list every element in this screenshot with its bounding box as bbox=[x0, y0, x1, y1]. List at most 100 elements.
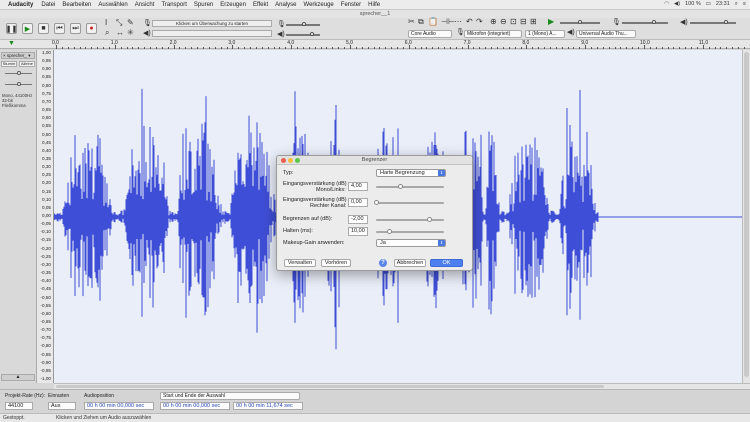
menu-select[interactable]: Auswählen bbox=[98, 2, 127, 8]
mixer-record-slider[interactable] bbox=[622, 22, 668, 24]
volume-icon[interactable]: ◀) bbox=[674, 1, 680, 8]
zoom-window-icon[interactable] bbox=[295, 158, 300, 163]
preview-button[interactable]: Vorhören bbox=[321, 259, 351, 267]
silence-icon[interactable]: ⋯ bbox=[454, 17, 462, 26]
gain-right-slider[interactable] bbox=[376, 202, 444, 204]
selection-tool-icon[interactable]: I bbox=[105, 18, 107, 27]
output-device-select[interactable]: Universal Audio Thu... bbox=[576, 30, 636, 38]
wifi-icon[interactable]: ◠ bbox=[664, 1, 669, 8]
track-menu-icon[interactable]: ▾ bbox=[28, 53, 30, 58]
menu-tools[interactable]: Werkzeuge bbox=[304, 2, 334, 8]
envelope-tool-icon[interactable]: ⤡ bbox=[116, 18, 122, 28]
limit-slider[interactable] bbox=[376, 219, 444, 221]
timeshift-tool-icon[interactable]: ↔ bbox=[116, 28, 124, 37]
zoom-out-icon[interactable]: ⊖ bbox=[500, 17, 507, 26]
play-at-speed-icon[interactable]: ▶ bbox=[548, 17, 554, 26]
copy-icon[interactable]: ⧉ bbox=[418, 17, 424, 27]
stop-button[interactable]: ■ bbox=[38, 23, 49, 34]
ruler-minor-tick bbox=[596, 47, 598, 49]
skip-end-button[interactable]: ⏭ bbox=[70, 23, 81, 34]
project-rate-select[interactable]: 44100 bbox=[5, 402, 33, 410]
play-button[interactable]: ▶ bbox=[22, 23, 33, 34]
gain-right-input[interactable]: 0,00 bbox=[348, 198, 368, 207]
track-gain-knob[interactable] bbox=[17, 71, 21, 75]
hold-input[interactable]: 10,00 bbox=[348, 227, 368, 236]
selection-mode-select[interactable]: Start und Ende der Auswahl bbox=[160, 392, 300, 400]
audio-host-select[interactable]: Core Audio bbox=[408, 30, 452, 38]
undo-icon[interactable]: ↶ bbox=[466, 17, 473, 26]
menu-edit[interactable]: Bearbeiten bbox=[62, 2, 91, 8]
menu-tracks[interactable]: Spuren bbox=[194, 2, 213, 8]
menu-view[interactable]: Ansicht bbox=[135, 2, 155, 8]
menu-transport[interactable]: Transport bbox=[161, 2, 186, 8]
record-meter[interactable]: Klicken um Überwachung zu starten bbox=[152, 20, 272, 27]
vertical-scrollbar[interactable] bbox=[742, 50, 750, 383]
multi-tool-icon[interactable]: ✳ bbox=[127, 28, 134, 37]
track-collapse-button[interactable]: ▲ bbox=[1, 374, 35, 381]
record-volume-knob[interactable] bbox=[302, 22, 306, 26]
cut-icon[interactable]: ✂ bbox=[408, 17, 415, 26]
menu-window[interactable]: Fenster bbox=[341, 2, 361, 8]
selection-start-field[interactable]: 00 h 00 min 00,000 sec bbox=[160, 402, 230, 410]
zoom-in-icon[interactable]: ⊕ bbox=[490, 17, 497, 26]
makeup-select[interactable]: Ja ⇕ bbox=[376, 239, 446, 247]
menubar-clock[interactable]: 23:31 bbox=[716, 1, 730, 8]
audio-position-field[interactable]: 00 h 00 min 00,000 sec bbox=[84, 402, 154, 410]
app-menu[interactable]: Audacity bbox=[8, 2, 33, 8]
timeline-ruler[interactable]: ▼ 0,0 1,0 2,0 3,0 4,0 5,0 6,0 7,0 8,0 9,0 10,0 11,0 bbox=[0, 40, 750, 49]
close-window-icon[interactable] bbox=[281, 158, 286, 163]
playback-meter[interactable] bbox=[152, 30, 272, 37]
play-speed-knob[interactable] bbox=[578, 20, 582, 24]
skip-start-button[interactable]: ⏮ bbox=[54, 23, 65, 34]
trim-icon[interactable]: ⊣⊢ bbox=[441, 17, 455, 26]
menu-generate[interactable]: Erzeugen bbox=[220, 2, 246, 8]
search-icon[interactable]: ⌕ bbox=[735, 1, 738, 8]
gain-right-knob[interactable] bbox=[374, 200, 379, 205]
playback-volume-slider[interactable] bbox=[286, 34, 320, 36]
horizontal-scroll-thumb[interactable] bbox=[56, 385, 604, 388]
channels-select[interactable]: 1 (Mono) A... bbox=[525, 30, 565, 38]
menu-file[interactable]: Datei bbox=[41, 2, 55, 8]
pause-button[interactable]: ❚❚ bbox=[6, 23, 17, 34]
gain-left-slider[interactable] bbox=[376, 186, 444, 188]
vertical-scroll-thumb[interactable] bbox=[744, 52, 749, 377]
gain-left-knob[interactable] bbox=[398, 184, 404, 189]
record-button[interactable]: ● bbox=[86, 23, 97, 34]
selection-end-field[interactable]: 00 h 00 min 11,674 sec bbox=[233, 402, 303, 410]
input-device-select[interactable]: Mikrofon (integriert) bbox=[464, 30, 522, 38]
zoom-toggle-icon[interactable]: ⊞ bbox=[530, 17, 537, 26]
mixer-playback-slider[interactable] bbox=[690, 22, 736, 24]
mixer-record-knob[interactable] bbox=[652, 20, 656, 24]
track-header[interactable]: × sprecher_ ▾ bbox=[1, 52, 35, 59]
ok-button[interactable]: OK bbox=[430, 259, 463, 267]
help-icon[interactable]: ? bbox=[379, 259, 387, 267]
snap-select[interactable]: Aus bbox=[48, 402, 76, 410]
track-name[interactable]: sprecher_ bbox=[7, 53, 27, 58]
redo-icon[interactable]: ↷ bbox=[476, 17, 483, 26]
menu-list-icon[interactable]: ≡ bbox=[743, 1, 746, 8]
fit-project-icon[interactable]: ⊟ bbox=[520, 17, 527, 26]
track-pan-knob[interactable] bbox=[17, 82, 21, 86]
solo-button[interactable]: Alleine bbox=[19, 61, 35, 67]
fit-selection-icon[interactable]: ⊡ bbox=[510, 17, 517, 26]
menu-effect[interactable]: Effekt bbox=[253, 2, 268, 8]
limit-knob[interactable] bbox=[426, 217, 432, 222]
manage-button[interactable]: Verwalten bbox=[284, 259, 316, 267]
type-select[interactable]: Harte Begrenzung ⇕ bbox=[376, 169, 446, 177]
ruler-play-head-icon[interactable]: ▼ bbox=[8, 40, 15, 47]
draw-tool-icon[interactable]: ✎ bbox=[127, 18, 134, 27]
battery-icon[interactable]: ▭ bbox=[706, 1, 711, 8]
menu-analyze[interactable]: Analyse bbox=[275, 2, 296, 8]
gain-left-input[interactable]: 4,00 bbox=[348, 182, 368, 191]
paste-icon[interactable]: 📋 bbox=[428, 17, 438, 26]
track-close-icon[interactable]: × bbox=[3, 53, 6, 58]
menu-help[interactable]: Hilfe bbox=[368, 2, 380, 8]
zoom-tool-icon[interactable]: ⌕ bbox=[105, 28, 109, 38]
mute-button[interactable]: Stumm bbox=[1, 61, 17, 67]
hold-knob[interactable] bbox=[386, 229, 392, 234]
mixer-playback-knob[interactable] bbox=[724, 20, 728, 24]
playback-volume-knob[interactable] bbox=[310, 32, 314, 36]
minimize-window-icon[interactable] bbox=[288, 158, 293, 163]
cancel-button[interactable]: Abbrechen bbox=[394, 259, 426, 267]
limit-input[interactable]: -2,00 bbox=[348, 215, 368, 224]
